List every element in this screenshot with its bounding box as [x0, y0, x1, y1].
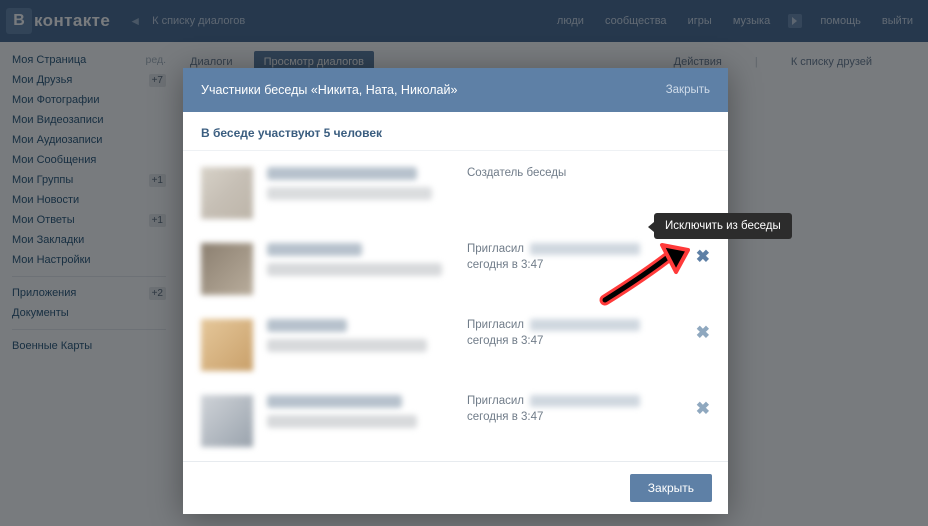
- remove-member-icon[interactable]: ✖: [696, 247, 710, 267]
- member-row: Пригласил сегодня в 3:47 ✖: [201, 231, 718, 307]
- remove-member-icon[interactable]: ✖: [696, 399, 710, 419]
- inviter-name-redacted: [530, 395, 640, 407]
- member-row: Пригласил сегодня в 3:47 ✖: [201, 307, 718, 383]
- modal-subtitle: В беседе участвуют 5 человек: [183, 112, 728, 151]
- modal-body[interactable]: Создатель беседы Пригласил сегодня в 3:4…: [183, 151, 728, 461]
- avatar[interactable]: [201, 395, 253, 447]
- avatar[interactable]: [201, 243, 253, 295]
- participants-modal: Участники беседы «Никита, Ната, Николай»…: [183, 68, 728, 514]
- inviter-name-redacted: [530, 243, 640, 255]
- inviter-name-redacted: [530, 319, 640, 331]
- creator-label: Создатель беседы: [467, 167, 566, 179]
- invited-by-label: Пригласил: [467, 243, 524, 255]
- modal-header: Участники беседы «Никита, Ната, Николай»…: [183, 68, 728, 112]
- member-row: Пригласил сегодня в 3:47 ✖: [201, 383, 718, 459]
- close-button[interactable]: Закрыть: [630, 474, 712, 502]
- modal-close-top[interactable]: Закрыть: [666, 84, 710, 96]
- invited-by-label: Пригласил: [467, 319, 524, 331]
- modal-footer: Закрыть: [183, 461, 728, 514]
- invite-time: сегодня в 3:47: [467, 335, 718, 347]
- remove-tooltip: Исключить из беседы: [654, 213, 792, 239]
- invite-time: сегодня в 3:47: [467, 411, 718, 423]
- modal-title: Участники беседы «Никита, Ната, Николай»: [201, 83, 457, 97]
- member-row: Создатель беседы: [201, 155, 718, 231]
- avatar[interactable]: [201, 319, 253, 371]
- invite-time: сегодня в 3:47: [467, 259, 718, 271]
- avatar[interactable]: [201, 167, 253, 219]
- remove-member-icon[interactable]: ✖: [696, 323, 710, 343]
- invited-by-label: Пригласил: [467, 395, 524, 407]
- member-row: Пригласил ✖: [201, 459, 718, 461]
